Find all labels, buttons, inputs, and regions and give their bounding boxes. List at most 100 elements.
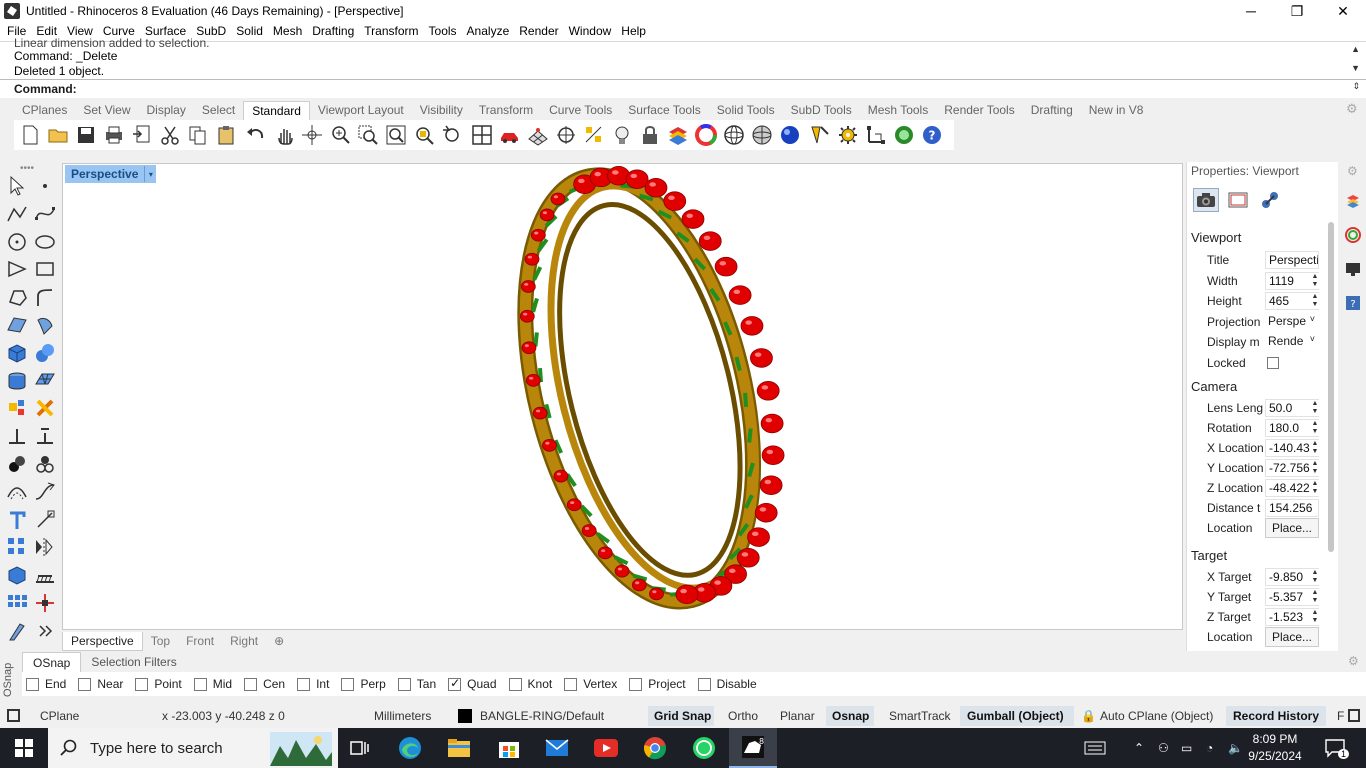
spinner-arrows-icon[interactable]: ▲ ▼ bbox=[1310, 460, 1320, 476]
viewport-tab-perspective[interactable]: Perspective bbox=[62, 631, 143, 651]
menu-analyze[interactable]: Analyze bbox=[462, 22, 515, 41]
tab-new-in-v8[interactable]: New in V8 bbox=[1081, 101, 1152, 120]
tab-subd-tools[interactable]: SubD Tools bbox=[783, 101, 860, 120]
osnap-checkbox[interactable] bbox=[26, 677, 39, 691]
ortho-toggle[interactable]: Ortho bbox=[728, 709, 758, 723]
tab-viewport-layout[interactable]: Viewport Layout bbox=[310, 101, 412, 120]
osnap-checkbox[interactable] bbox=[135, 677, 149, 691]
grid-icon[interactable] bbox=[524, 121, 552, 149]
task-view-icon[interactable] bbox=[336, 728, 384, 768]
layers-icon[interactable] bbox=[1340, 184, 1366, 218]
tab-set-view[interactable]: Set View bbox=[75, 101, 138, 120]
mesh-icon[interactable] bbox=[32, 368, 58, 394]
wifi-icon[interactable]: ◔ bbox=[1206, 728, 1213, 768]
options-icon[interactable] bbox=[806, 121, 834, 149]
osnap-int[interactable]: Int bbox=[297, 677, 329, 691]
menu-solid[interactable]: Solid bbox=[231, 22, 268, 41]
osnap-project[interactable]: Project bbox=[629, 677, 686, 691]
polyline-icon[interactable] bbox=[4, 201, 30, 227]
tab-display[interactable]: Display bbox=[139, 101, 194, 120]
display-mode-icon[interactable] bbox=[1257, 188, 1283, 212]
wireframe-sphere-icon[interactable] bbox=[720, 121, 748, 149]
mirror-icon[interactable] bbox=[32, 534, 58, 560]
zoom-window-icon[interactable] bbox=[354, 121, 382, 149]
car-icon[interactable] bbox=[496, 121, 524, 149]
status-cplane[interactable]: CPlane bbox=[40, 709, 79, 723]
osnap-vertex[interactable]: Vertex bbox=[564, 677, 617, 691]
prop-value-field[interactable]: Perspecti bbox=[1265, 251, 1319, 269]
osnap-checkbox[interactable] bbox=[448, 676, 462, 691]
osnap-checkbox[interactable] bbox=[397, 677, 411, 691]
gear-icon[interactable] bbox=[834, 121, 862, 149]
tab-visibility[interactable]: Visibility bbox=[412, 101, 471, 120]
viewport-frame-icon[interactable] bbox=[1225, 188, 1251, 212]
close-button[interactable]: ✕ bbox=[1320, 0, 1366, 22]
osnap-checkbox[interactable] bbox=[297, 677, 311, 691]
menu-help[interactable]: Help bbox=[616, 22, 651, 41]
menu-render[interactable]: Render bbox=[514, 22, 563, 41]
help-icon[interactable]: ? bbox=[918, 121, 946, 149]
tab-curve-tools[interactable]: Curve Tools bbox=[541, 101, 620, 120]
command-history-toggle-icon[interactable]: ⇕ bbox=[1352, 81, 1360, 92]
osnap-icon[interactable] bbox=[552, 121, 580, 149]
surface-icon[interactable] bbox=[4, 312, 30, 338]
tab-render-tools[interactable]: Render Tools bbox=[936, 101, 1023, 120]
rectangle-icon[interactable] bbox=[32, 256, 58, 282]
sweep-icon[interactable] bbox=[32, 312, 58, 338]
status-units[interactable]: Millimeters bbox=[374, 709, 431, 723]
viewport-tab-right[interactable]: Right bbox=[222, 632, 266, 650]
spinner-arrows-icon[interactable]: ▲ ▼ bbox=[1310, 589, 1320, 605]
shaded-sphere-icon[interactable] bbox=[748, 121, 776, 149]
bangle-ring-model[interactable] bbox=[63, 164, 1182, 629]
spinner-arrows-icon[interactable]: ▲ ▼ bbox=[1310, 293, 1320, 310]
sphere-icon[interactable] bbox=[32, 340, 58, 366]
grid-snap-toggle[interactable]: Grid Snap bbox=[654, 709, 711, 723]
render-icon[interactable] bbox=[890, 121, 918, 149]
rhino-taskbar-icon[interactable]: 8 bbox=[729, 728, 777, 768]
spinner-arrows-icon[interactable]: ▲ ▼ bbox=[1310, 609, 1320, 625]
osnap-tab-selection-filters[interactable]: Selection Filters bbox=[81, 652, 186, 672]
spinner-arrows-icon[interactable]: ▲ ▼ bbox=[1310, 480, 1320, 496]
fillet-curve-icon[interactable] bbox=[32, 284, 58, 310]
filter-toggle[interactable]: F bbox=[1337, 709, 1344, 723]
network-drive-icon[interactable]: ⚇ bbox=[1158, 728, 1169, 768]
osnap-gear-icon[interactable]: ⚙ bbox=[1348, 654, 1359, 668]
windows-start-icon[interactable] bbox=[0, 728, 48, 768]
arc-icon[interactable] bbox=[4, 284, 30, 310]
print-icon[interactable] bbox=[100, 121, 128, 149]
osnap-checkbox[interactable] bbox=[341, 677, 355, 691]
zoom-extents-icon[interactable] bbox=[382, 121, 410, 149]
explode-icon[interactable] bbox=[4, 395, 30, 421]
tabs-gear-icon[interactable]: ⚙ bbox=[1346, 101, 1358, 117]
osnap-checkbox[interactable] bbox=[629, 677, 643, 691]
materials-icon[interactable] bbox=[1340, 218, 1366, 252]
layer-color-swatch[interactable] bbox=[458, 709, 472, 723]
select-points-icon[interactable] bbox=[580, 121, 608, 149]
camera-icon[interactable] bbox=[1193, 188, 1219, 212]
osnap-toggle[interactable]: Osnap bbox=[832, 709, 869, 723]
tab-standard[interactable]: Standard bbox=[243, 101, 310, 120]
taskbar-search-box[interactable]: Type here to search bbox=[48, 728, 338, 768]
prop-select[interactable]: Rende ˅ bbox=[1265, 333, 1319, 351]
props-gear-icon[interactable]: ⚙ bbox=[1347, 164, 1358, 178]
misc-tool-icon[interactable] bbox=[4, 618, 30, 644]
properties-scrollbar[interactable] bbox=[1328, 222, 1334, 552]
chrome-icon[interactable] bbox=[631, 728, 679, 768]
menu-window[interactable]: Window bbox=[564, 22, 617, 41]
osnap-near[interactable]: Near bbox=[78, 677, 123, 691]
rendered-sphere-icon[interactable] bbox=[776, 121, 804, 149]
ellipse-icon[interactable] bbox=[32, 229, 58, 255]
save-icon[interactable] bbox=[72, 121, 100, 149]
status-layer[interactable]: BANGLE-RING/Default bbox=[480, 709, 604, 723]
copy-icon[interactable] bbox=[184, 121, 212, 149]
panel-toggle-icon[interactable] bbox=[1348, 709, 1360, 722]
place-button[interactable]: Place... bbox=[1265, 627, 1319, 647]
polygon-icon[interactable] bbox=[4, 256, 30, 282]
group-icon[interactable] bbox=[4, 451, 30, 477]
grid-array-icon[interactable] bbox=[4, 590, 30, 616]
pan-icon[interactable] bbox=[270, 121, 298, 149]
osnap-checkbox[interactable] bbox=[697, 677, 711, 691]
zoom-dynamic-icon[interactable] bbox=[326, 121, 354, 149]
array-icon[interactable] bbox=[4, 534, 30, 560]
youtube-icon[interactable] bbox=[582, 728, 630, 768]
